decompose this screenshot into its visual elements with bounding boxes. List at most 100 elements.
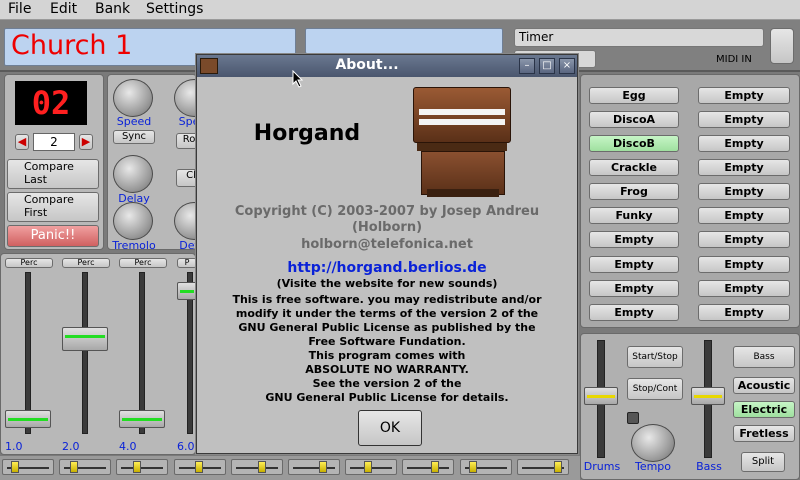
preset-button[interactable]: Empty xyxy=(698,280,790,297)
license-line-8: GNU General Public License for details. xyxy=(265,391,509,404)
website-link[interactable]: http://horgand.berlios.de xyxy=(197,260,577,276)
copyright-line: Copyright (C) 2003-2007 by Josep Andreu xyxy=(234,204,540,219)
tremolo-knob[interactable] xyxy=(113,202,153,240)
drawbar-thumb-4[interactable] xyxy=(177,282,197,300)
about-dialog: About... – □ × Horgand Copyright (C) 200… xyxy=(196,54,578,454)
preset-button[interactable]: Empty xyxy=(589,304,679,321)
dialog-titlebar[interactable]: About... – □ × xyxy=(197,55,577,77)
preset-button[interactable]: Empty xyxy=(698,159,790,176)
perc-button-1[interactable]: Perc xyxy=(5,258,53,268)
email-line: holborn@telefonica.net xyxy=(301,237,473,252)
fretless-button[interactable]: Fretless xyxy=(733,425,795,442)
hslider-8[interactable] xyxy=(402,459,454,475)
menu-bank[interactable]: Bank xyxy=(95,1,130,17)
preset-button[interactable]: Empty xyxy=(589,280,679,297)
patch-spin-input[interactable]: 2 xyxy=(33,133,75,151)
hslider-10[interactable] xyxy=(517,459,569,475)
preset-button[interactable]: Empty xyxy=(589,256,679,273)
license-line-7: See the version 2 of the xyxy=(312,377,462,390)
preset-button[interactable]: DiscoA xyxy=(589,111,679,128)
license-line-3: GNU General Public License as published … xyxy=(238,321,536,334)
preset-button[interactable]: Empty xyxy=(698,256,790,273)
preset-button[interactable]: Egg xyxy=(589,87,679,104)
preset-button[interactable]: Empty xyxy=(698,207,790,224)
drawbar-track-2 xyxy=(82,272,88,434)
delay-knob[interactable] xyxy=(113,155,153,193)
perc-button-3[interactable]: Perc xyxy=(119,258,167,268)
hslider-3[interactable] xyxy=(116,459,168,475)
preset-button[interactable]: Empty xyxy=(698,87,790,104)
minimize-icon[interactable]: – xyxy=(519,58,535,74)
bass-thumb[interactable] xyxy=(691,387,725,405)
spin-left-arrow[interactable]: ◀ xyxy=(15,134,29,150)
preset-button[interactable]: Empty xyxy=(698,304,790,321)
preset-button[interactable]: Empty xyxy=(698,111,790,128)
panic-button[interactable]: Panic!! xyxy=(7,225,99,247)
tempo-label: Tempo xyxy=(634,460,672,473)
menu-file[interactable]: File xyxy=(8,1,31,17)
menu-edit[interactable]: Edit xyxy=(50,1,77,17)
license-line-6: ABSOLUTE NO WARRANTY. xyxy=(305,363,469,376)
license-line-5: This program comes with xyxy=(308,349,466,362)
drums-thumb[interactable] xyxy=(584,387,618,405)
preset-button[interactable]: Funky xyxy=(589,207,679,224)
tremolo-label: Tremolo xyxy=(112,239,156,252)
rotary-panel: Speed Sync Delay Tremolo Spe Rot Cl Det xyxy=(107,74,214,252)
electric-button[interactable]: Electric xyxy=(733,401,795,418)
preset-button[interactable]: Crackle xyxy=(589,159,679,176)
maximize-icon[interactable]: □ xyxy=(539,58,555,74)
drawbar-value-3: 4.0 xyxy=(119,440,137,453)
compare-first-button[interactable]: Compare First xyxy=(7,192,99,222)
perc-button-2[interactable]: Perc xyxy=(62,258,110,268)
hslider-4[interactable] xyxy=(174,459,226,475)
preset-button[interactable]: Empty xyxy=(698,231,790,248)
bass-button[interactable]: Bass xyxy=(733,346,795,368)
secondary-display xyxy=(305,28,503,54)
sync-button[interactable]: Sync xyxy=(113,130,155,144)
preset-button[interactable]: Frog xyxy=(589,183,679,200)
website-note: (Visite the website for new sounds) xyxy=(276,277,498,290)
bottom-slider-row xyxy=(0,456,580,480)
acoustic-button[interactable]: Acoustic xyxy=(733,377,795,394)
close-icon[interactable]: × xyxy=(559,58,575,74)
copyright-holborn: (Holborn) xyxy=(351,220,423,235)
preset-button[interactable]: Empty xyxy=(698,183,790,200)
hslider-2[interactable] xyxy=(59,459,111,475)
app-name: Horgand xyxy=(253,121,361,146)
license-line-1: This is free software. you may redistrib… xyxy=(232,293,542,306)
drawbar-thumb-3[interactable] xyxy=(119,410,165,428)
hslider-6[interactable] xyxy=(288,459,340,475)
license-line-2: modify it under the terms of the version… xyxy=(235,307,539,320)
drawbar-panel: Perc Perc Perc P 1.0 2.0 4.0 6.0 xyxy=(0,253,197,455)
hslider-7[interactable] xyxy=(345,459,397,475)
patch-panel: 02 ◀ 2 ▶ Compare Last Compare First Pani… xyxy=(4,74,104,250)
perc-button-4[interactable]: P xyxy=(177,258,197,268)
rhythm-led xyxy=(627,412,639,424)
menu-settings[interactable]: Settings xyxy=(146,1,203,17)
preset-button[interactable]: Empty xyxy=(589,231,679,248)
drums-label: Drums xyxy=(583,460,621,473)
drawbar-thumb-2[interactable] xyxy=(62,327,108,351)
preset-button[interactable]: Empty xyxy=(698,135,790,152)
stop-cont-button[interactable]: Stop/Cont xyxy=(627,378,683,400)
split-button[interactable]: Split xyxy=(741,452,785,472)
spin-right-arrow[interactable]: ▶ xyxy=(79,134,93,150)
compare-last-button[interactable]: Compare Last xyxy=(7,159,99,189)
rhythm-panel: Drums Start/Stop Stop/Cont Tempo Bass Ba… xyxy=(580,333,800,480)
preset-button-active[interactable]: DiscoB xyxy=(589,135,679,152)
hslider-1[interactable] xyxy=(2,459,54,475)
mouse-cursor-icon xyxy=(292,70,304,88)
speed-knob[interactable] xyxy=(113,79,153,117)
start-stop-button[interactable]: Start/Stop xyxy=(627,346,683,368)
drawbar-value-2: 2.0 xyxy=(62,440,80,453)
ok-button[interactable]: OK xyxy=(358,410,422,446)
menubar: File Edit Bank Settings xyxy=(0,0,800,20)
bass-label: Bass xyxy=(696,460,722,473)
hslider-5[interactable] xyxy=(231,459,283,475)
tempo-knob[interactable] xyxy=(631,424,675,462)
patch-number-display: 02 xyxy=(15,81,87,125)
drawbar-value-1: 1.0 xyxy=(5,440,23,453)
timer-field: Timer xyxy=(514,28,764,47)
drawbar-thumb-1[interactable] xyxy=(5,410,51,428)
hslider-9[interactable] xyxy=(460,459,512,475)
